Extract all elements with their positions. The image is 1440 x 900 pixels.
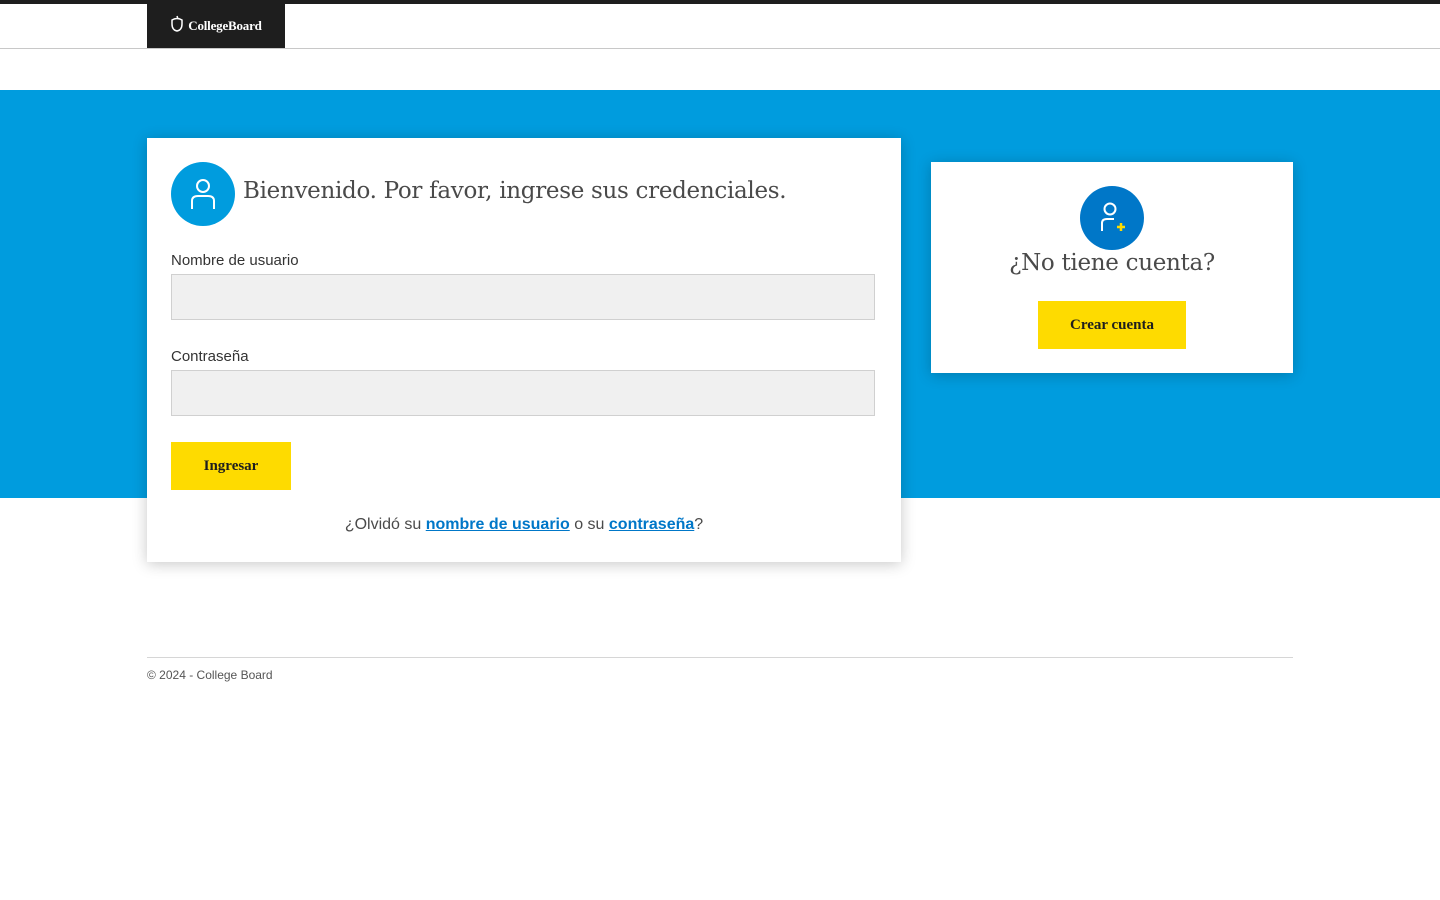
username-input[interactable] [171,274,875,320]
signup-title: ¿No tiene cuenta? [1009,250,1215,276]
site-header: CollegeBoard [0,4,1440,49]
forgot-middle: o su [569,516,609,533]
username-label: Nombre de usuario [171,252,299,269]
collegeboard-logo[interactable]: CollegeBoard [147,4,285,48]
copyright-text: © 2024 - College Board [147,668,273,682]
forgot-password-link[interactable]: contraseña [609,516,694,533]
logo-text: CollegeBoard [188,18,262,33]
forgot-prefix: ¿Olvidó su [344,516,426,533]
forgot-suffix: ? [694,516,704,533]
password-label: Contraseña [171,348,249,365]
user-add-icon [1080,186,1144,250]
footer-divider [147,657,1293,658]
login-title: Bienvenido. Por favor, ingrese sus crede… [243,178,787,204]
signup-card: ¿No tiene cuenta? Crear cuenta [931,162,1293,373]
password-input[interactable] [171,370,875,416]
create-account-button[interactable]: Crear cuenta [1038,301,1186,349]
forgot-username-link[interactable]: nombre de usuario [426,516,570,533]
login-card: Bienvenido. Por favor, ingrese sus crede… [147,138,901,562]
forgot-credentials-text: ¿Olvidó su nombre de usuario o su contra… [147,516,901,534]
acorn-icon [170,15,184,37]
user-icon [171,162,235,226]
login-button[interactable]: Ingresar [171,442,291,490]
